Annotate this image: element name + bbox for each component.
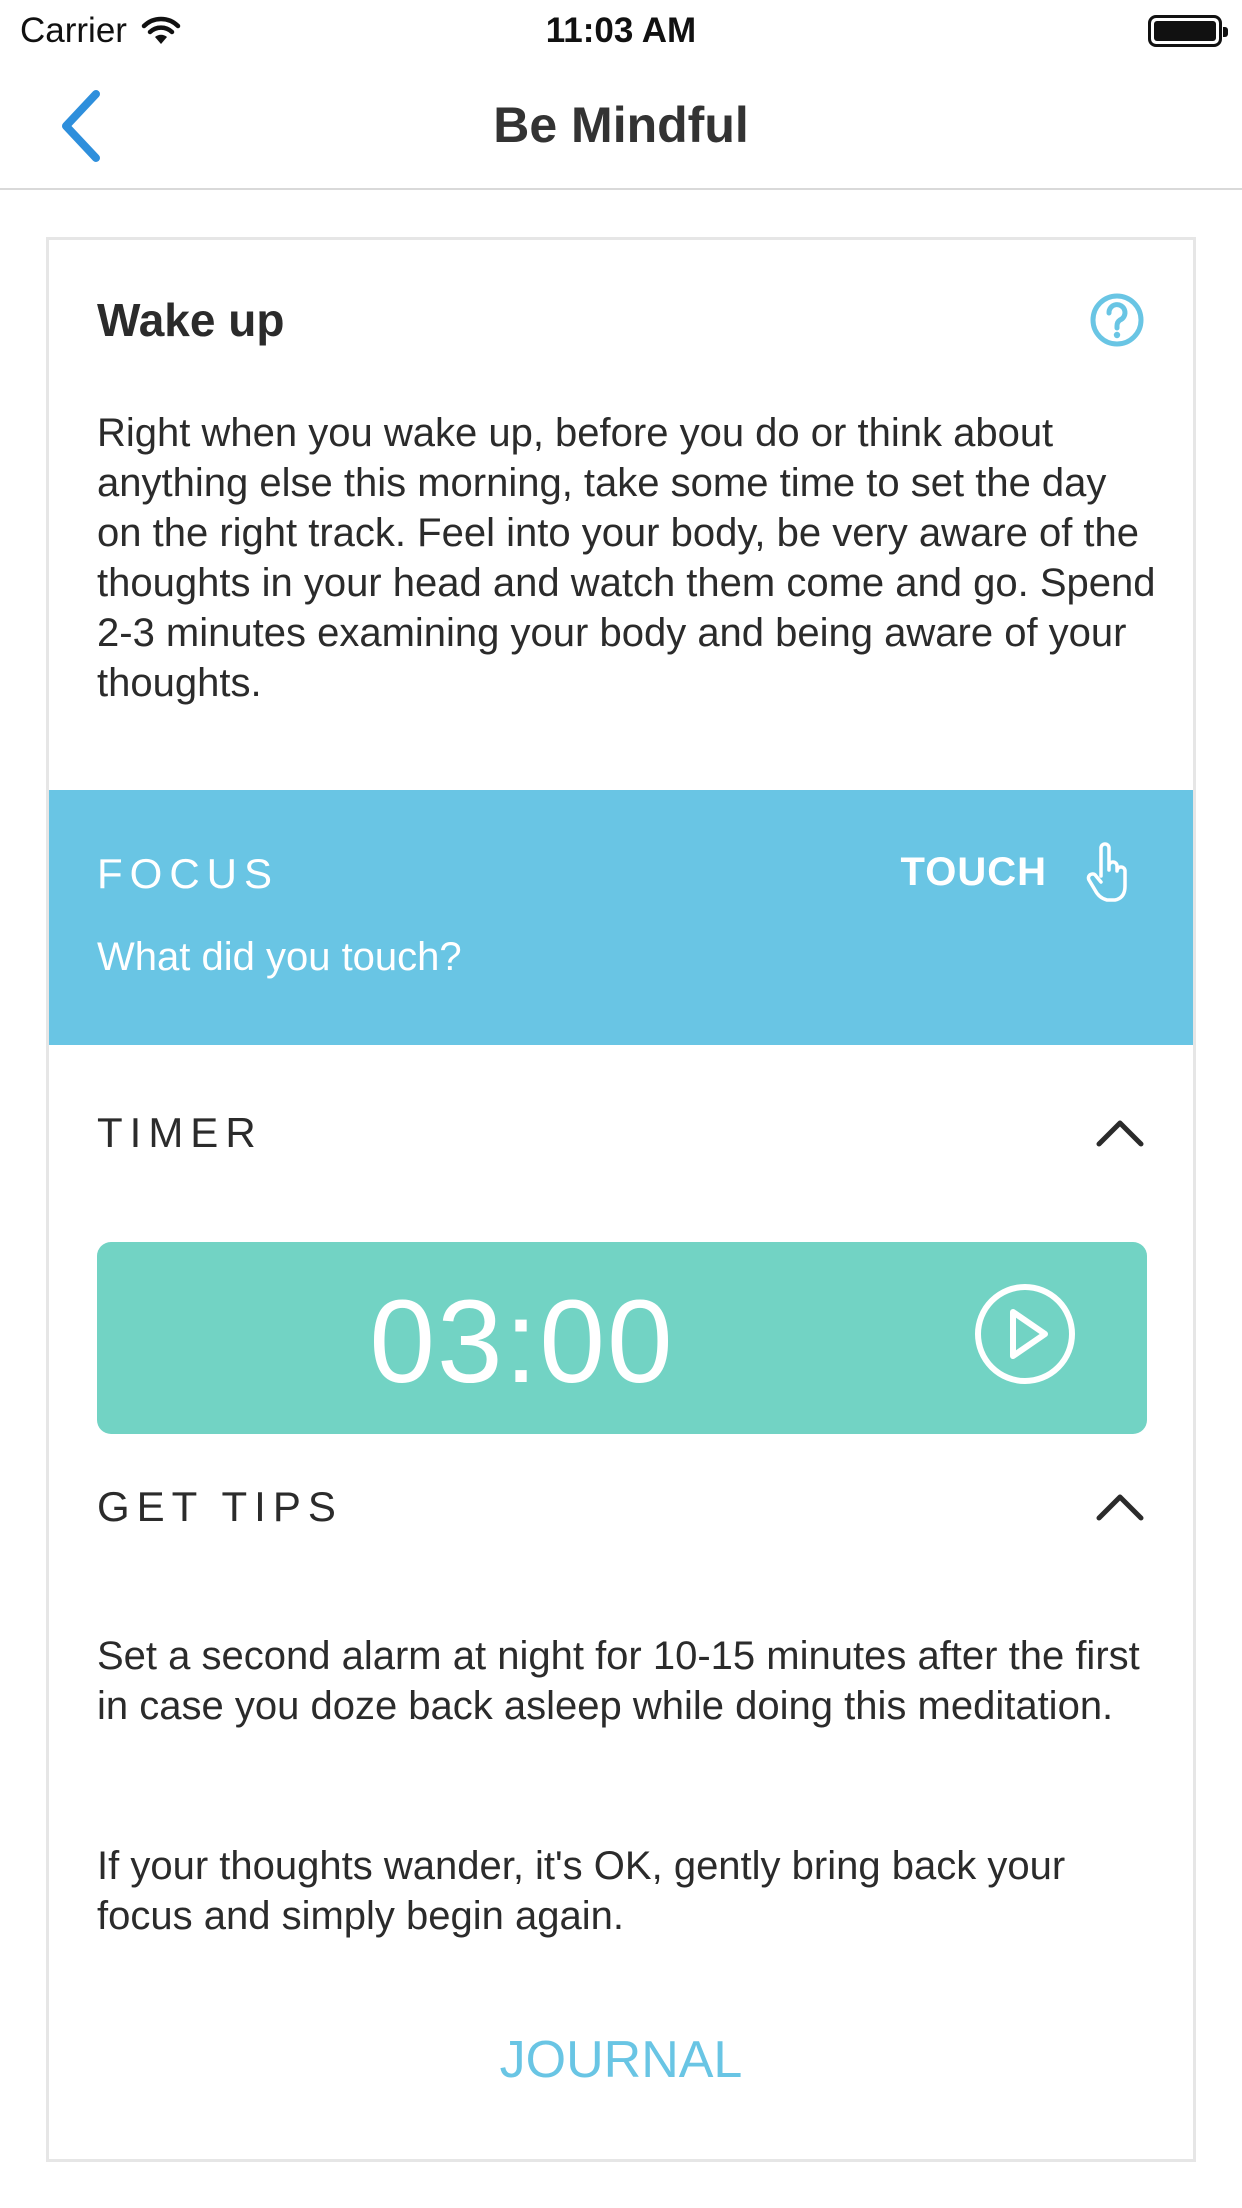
timer-value: 03:00 xyxy=(369,1276,675,1408)
hand-pointer-icon xyxy=(1086,842,1127,902)
chevron-left-icon xyxy=(62,90,100,162)
navigation-bar: Be Mindful xyxy=(0,62,1242,190)
tips-section-header[interactable]: GET TIPS xyxy=(97,1472,1145,1542)
page-title: Be Mindful xyxy=(493,97,749,153)
focus-prompt[interactable]: What did you touch? xyxy=(97,935,462,980)
focus-sense-label: TOUCH xyxy=(900,849,1047,894)
journal-button[interactable]: JOURNAL xyxy=(49,2030,1193,2090)
wifi-icon xyxy=(141,16,181,44)
back-button[interactable] xyxy=(50,88,110,164)
timer-label: TIMER xyxy=(97,1109,263,1156)
tip-text: If your thoughts wander, it's OK, gently… xyxy=(97,1844,1066,1938)
exercise-card: Wake up Right when you wake up, before y… xyxy=(46,237,1196,2162)
timer-section-header[interactable]: TIMER xyxy=(97,1098,1145,1168)
status-time: 11:03 AM xyxy=(545,11,697,50)
focus-panel: FOCUS What did you touch? TOUCH xyxy=(49,790,1193,1045)
focus-label: FOCUS xyxy=(97,850,279,897)
chevron-up-icon xyxy=(1096,1494,1144,1521)
tip-text: Set a second alarm at night for 10-15 mi… xyxy=(97,1634,1140,1728)
tips-label: GET TIPS xyxy=(97,1483,343,1530)
carrier-label: Carrier xyxy=(20,11,127,50)
battery-icon xyxy=(1148,15,1228,47)
chevron-up-icon xyxy=(1096,1120,1144,1147)
exercise-description: Right when you wake up, before you do or… xyxy=(97,411,1156,705)
play-circle-icon[interactable] xyxy=(973,1282,1077,1386)
status-bar: Carrier 11:03 AM xyxy=(0,0,1242,62)
exercise-title: Wake up xyxy=(97,294,285,346)
status-left: Carrier xyxy=(20,11,181,51)
question-circle-icon[interactable] xyxy=(1089,292,1145,348)
card-header: Wake up xyxy=(97,290,1145,350)
timer-panel: 03:00 xyxy=(97,1242,1147,1434)
focus-sense-button[interactable]: TOUCH xyxy=(901,840,1133,904)
